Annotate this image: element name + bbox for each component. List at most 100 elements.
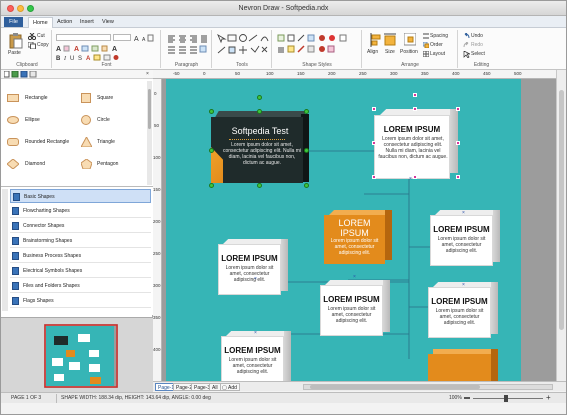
connection-point[interactable]	[413, 93, 417, 97]
connector-endpoint[interactable]: ×	[462, 211, 465, 216]
connector-endpoint[interactable]: ×	[254, 277, 257, 282]
library-toolbar-icons[interactable]	[4, 71, 44, 78]
category-brainstorming-shapes[interactable]: Brainstorming Shapes	[10, 234, 151, 248]
category-flowcharting-shapes[interactable]: Flowcharting Shapes	[10, 204, 151, 218]
close-library-icon[interactable]: ×	[146, 71, 149, 77]
layout-label[interactable]: Layout	[430, 51, 445, 57]
redo-icon[interactable]	[463, 42, 470, 48]
size-label[interactable]: Size	[385, 49, 395, 55]
resize-handle[interactable]	[209, 183, 214, 188]
category-electrical-symbols-shapes[interactable]: Electrical Symbols Shapes	[10, 264, 151, 278]
zoom-in-icon[interactable]: +	[546, 393, 551, 403]
node-right-1[interactable]: LOREM IPSUM Lorem ipsum dolor sit amet, …	[430, 210, 500, 266]
node-orange[interactable]: LOREM IPSUM Lorem ipsum dolor sit amet, …	[324, 210, 392, 264]
align-label[interactable]: Align	[367, 49, 378, 55]
copy-icon[interactable]	[28, 42, 36, 49]
connection-point[interactable]	[372, 175, 376, 179]
menu-file[interactable]: File	[4, 17, 23, 27]
minimize-window-icon[interactable]	[17, 5, 24, 12]
category-connector-shapes[interactable]: Connector Shapes	[10, 219, 151, 233]
cut-icon[interactable]	[28, 33, 36, 40]
category-files-and-folders-shapes[interactable]: Files and Folders Shapes	[10, 279, 151, 293]
undo-icon[interactable]	[463, 33, 470, 39]
shape-palette-scrollbar[interactable]	[147, 81, 152, 185]
connection-point[interactable]	[372, 141, 376, 145]
layout-icon[interactable]	[423, 51, 429, 57]
shape-triangle[interactable]: Triangle	[81, 135, 145, 149]
node-bottom-left[interactable]: LOREM IPSUM Lorem ipsum dolor sit amet, …	[221, 331, 291, 381]
font-size-dropdown[interactable]	[113, 34, 131, 41]
shape-circle[interactable]: Circle	[81, 113, 145, 127]
main-node[interactable]: Softpedia Test Lorem ipsum dolor sit ame…	[211, 111, 309, 187]
select-icon[interactable]	[463, 51, 470, 58]
connection-point[interactable]	[456, 107, 460, 111]
category-list-scrollbar[interactable]	[2, 189, 8, 311]
maximize-window-icon[interactable]	[27, 5, 34, 12]
align-icon[interactable]	[369, 33, 381, 47]
font-family-dropdown[interactable]	[56, 34, 111, 41]
hscroll-thumb[interactable]	[310, 385, 480, 389]
scrollbar-thumb[interactable]	[559, 90, 564, 330]
category-business-process-shapes[interactable]: Business Process Shapes	[10, 249, 151, 263]
connector-endpoint[interactable]: ×	[409, 177, 412, 182]
category-basic-shapes[interactable]: Basic Shapes	[10, 189, 151, 203]
alignment-icons[interactable]	[167, 35, 207, 61]
position-label[interactable]: Position	[400, 49, 418, 55]
shape-square[interactable]: Square	[81, 91, 145, 105]
cut-label[interactable]: Cut	[37, 33, 45, 39]
resize-handle[interactable]	[209, 109, 214, 114]
shape-ellipse[interactable]: Ellipse	[7, 113, 75, 127]
menu-action[interactable]: Action	[53, 17, 76, 27]
grow-shrink-font-icon[interactable]: AA	[134, 34, 154, 42]
shape-diamond[interactable]: Diamond	[7, 157, 75, 171]
tab-all-pages[interactable]: All	[209, 383, 221, 391]
overview-thumbnail[interactable]	[44, 324, 118, 388]
node-right-2[interactable]: LOREM IPSUM Lorem ipsum dolor sit amet, …	[428, 282, 498, 338]
text-style-icons[interactable]: BIUSA	[56, 54, 156, 61]
order-label[interactable]: Order	[430, 42, 443, 48]
order-icon[interactable]	[423, 42, 429, 48]
node-middle[interactable]: LOREM IPSUM Lorem ipsum dolor sit amet, …	[320, 280, 390, 336]
shape-rectangle[interactable]: Rectangle	[7, 91, 75, 105]
menu-view[interactable]: View	[98, 17, 118, 27]
size-icon[interactable]	[384, 33, 396, 47]
node-bottom-right-orange[interactable]	[428, 349, 498, 381]
drawing-canvas[interactable]: Softpedia Test Lorem ipsum dolor sit ame…	[162, 79, 556, 381]
undo-label[interactable]: Undo	[471, 33, 483, 39]
resize-handle[interactable]	[304, 109, 309, 114]
zoom-slider-thumb[interactable]	[504, 395, 508, 402]
node-left[interactable]: LOREM IPSUM Lorem ipsum dolor sit amet, …	[218, 239, 288, 295]
connector-endpoint[interactable]: ×	[353, 275, 356, 280]
top-node[interactable]: LOREM IPSUM Lorem ipsum dolor sit amet, …	[374, 109, 458, 179]
connector-endpoint[interactable]: ×	[254, 331, 257, 336]
zoom-out-icon[interactable]	[464, 397, 470, 399]
add-page-button[interactable]: ▢ Add	[220, 383, 240, 391]
category-flags-shapes[interactable]: Flags Shapes	[10, 294, 151, 308]
spacing-icon[interactable]	[423, 33, 429, 39]
rotate-handle[interactable]	[257, 95, 262, 100]
shape-style-icons[interactable]	[277, 34, 359, 60]
connector-endpoint[interactable]: ×	[462, 283, 465, 288]
paste-label[interactable]: Paste	[8, 50, 21, 56]
connection-point[interactable]	[413, 175, 417, 179]
shape-rounded-rectangle[interactable]: Rounded Rectangle	[7, 135, 79, 149]
resize-handle[interactable]	[209, 148, 214, 153]
resize-handle[interactable]	[304, 183, 309, 188]
canvas-horizontal-scrollbar[interactable]	[303, 384, 553, 390]
redo-label[interactable]: Redo	[471, 42, 483, 48]
canvas-vertical-scrollbar[interactable]	[556, 70, 566, 381]
connection-point[interactable]	[456, 141, 460, 145]
font-format-icons[interactable]: AAA	[56, 44, 156, 52]
connection-point[interactable]	[372, 107, 376, 111]
drawing-tools-icons[interactable]	[217, 34, 269, 60]
resize-handle[interactable]	[257, 109, 262, 114]
resize-handle[interactable]	[257, 183, 262, 188]
connection-point[interactable]	[456, 175, 460, 179]
menu-insert[interactable]: Insert	[76, 17, 98, 27]
resize-handle[interactable]	[304, 148, 309, 153]
copy-label[interactable]: Copy	[37, 42, 49, 48]
drawing-page[interactable]: Softpedia Test Lorem ipsum dolor sit ame…	[166, 79, 521, 381]
connection-point[interactable]	[413, 107, 417, 111]
select-label[interactable]: Select	[471, 51, 485, 57]
paste-icon[interactable]	[9, 33, 23, 49]
